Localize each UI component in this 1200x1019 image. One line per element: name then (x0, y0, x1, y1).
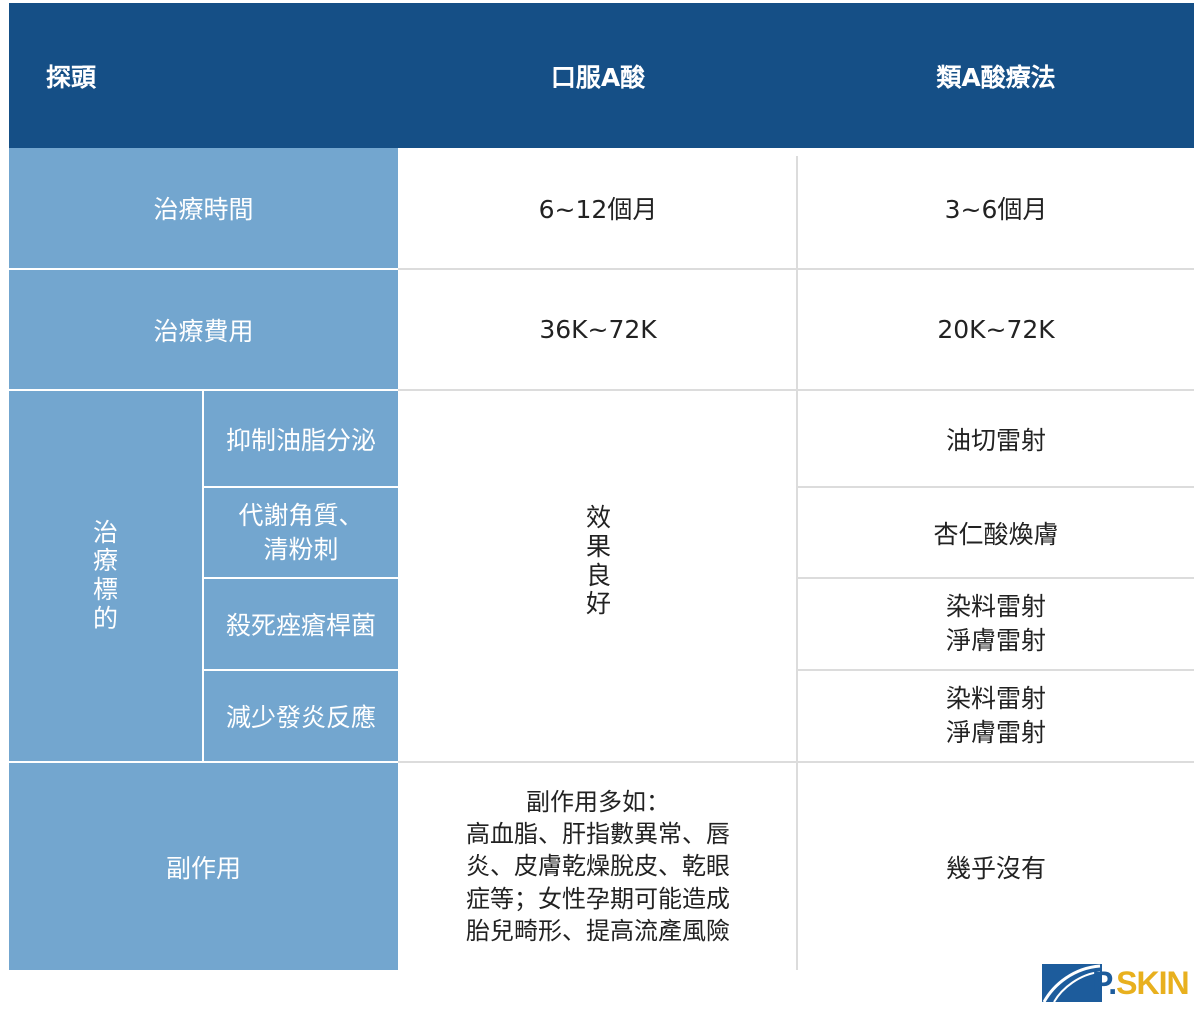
target-topical-oil: 油切雷射 (945, 425, 1046, 455)
target-oral-char: 好 (586, 589, 612, 619)
pskin-logo-text: P.SKIN (1092, 964, 1190, 1002)
side-effects-oral-line: 副作用多如： (526, 787, 670, 816)
row-label-target: 治 療 標 的 (9, 391, 202, 761)
row-label-side-effects: 副作用 (165, 853, 241, 883)
target-label-char: 標 (92, 575, 118, 604)
row-label-cost: 治療費用 (153, 316, 254, 346)
sub-label-keratin-line2: 清粉刺 (263, 534, 339, 564)
cost-oral: 36K~72K (539, 315, 657, 344)
target-oral: 效 果 良 好 (398, 391, 798, 761)
target-vertical-label: 治 療 標 的 (92, 517, 118, 634)
target-topical-bacteria-line1: 染料雷射 (945, 592, 1046, 622)
target-topical-bacteria: 染料雷射 淨膚雷射 (798, 579, 1194, 669)
target-topical-inflammation-line2: 淨膚雷射 (945, 718, 1046, 747)
logo-text-p: P. (1092, 965, 1117, 1001)
sub-label-inflammation: 減少發炎反應 (225, 703, 376, 732)
time-topical: 3~6個月 (944, 195, 1048, 224)
target-oral-char: 果 (586, 531, 612, 561)
sub-label-keratin: 代謝角質、 清粉刺 (204, 488, 398, 577)
target-label-char: 療 (92, 546, 118, 576)
target-topical-inflammation: 染料雷射 淨膚雷射 (798, 671, 1194, 761)
target-topical-inflammation-line1: 染料雷射 (945, 684, 1046, 714)
side-effects-topical: 幾乎沒有 (945, 853, 1046, 883)
header-col-3: 類A酸療法 (936, 62, 1056, 92)
cost-topical: 20K~72K (937, 315, 1055, 344)
sub-label-bacteria: 殺死痤瘡桿菌 (225, 611, 376, 640)
side-effects-oral-line: 高血脂、肝指數異常、唇 (466, 819, 730, 848)
sub-label-keratin-line1: 代謝角質、 (238, 500, 364, 530)
logo-text-skin: SKIN (1116, 965, 1189, 1001)
target-oral-char: 效 (586, 503, 612, 532)
target-topical-bacteria-line2: 淨膚雷射 (945, 626, 1046, 655)
header-col-1: 探頭 (46, 63, 97, 92)
side-effects-oral-line: 炎、皮膚乾燥脫皮、乾眼 (466, 852, 730, 881)
target-oral-char: 良 (586, 560, 612, 590)
target-oral-vertical: 效 果 良 好 (586, 503, 612, 619)
row-label-time: 治療時間 (153, 195, 254, 224)
target-label-char: 治 (92, 517, 118, 547)
target-label-char: 的 (92, 603, 118, 633)
time-oral: 6~12個月 (538, 195, 658, 224)
side-effects-oral-line: 胎兒畸形、提高流產風險 (466, 917, 730, 946)
side-effects-oral: 副作用多如： 高血脂、肝指數異常、唇 炎、皮膚乾燥脫皮、乾眼 症等；女性孕期可能… (398, 763, 798, 970)
header-col-2: 口服A酸 (550, 62, 646, 92)
sub-label-oil: 抑制油脂分泌 (225, 425, 376, 455)
target-topical-keratin: 杏仁酸煥膚 (933, 519, 1059, 549)
side-effects-oral-line: 症等；女性孕期可能造成 (466, 884, 730, 913)
pskin-logo: P.SKIN (1040, 962, 1190, 1004)
